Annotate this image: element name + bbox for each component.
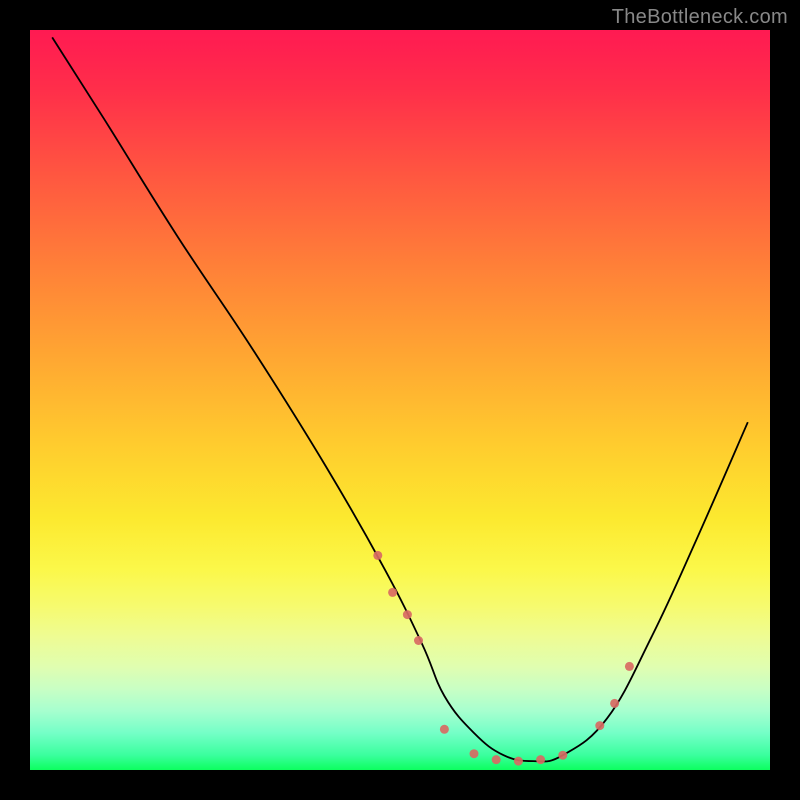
plot-area	[30, 30, 770, 770]
curve-marker	[492, 755, 501, 764]
curve-marker	[403, 610, 412, 619]
curve-marker	[514, 757, 523, 766]
curve-marker	[625, 662, 634, 671]
curve-marker	[373, 551, 382, 560]
watermark-label: TheBottleneck.com	[612, 6, 788, 29]
curve-marker	[470, 749, 479, 758]
curve-layer	[30, 30, 770, 770]
chart-container: TheBottleneck.com	[0, 0, 800, 800]
curve-marker	[558, 751, 567, 760]
curve-marker	[595, 721, 604, 730]
curve-marker	[610, 699, 619, 708]
curve-marker	[440, 725, 449, 734]
curve-marker	[414, 636, 423, 645]
curve-marker	[388, 588, 397, 597]
curve-marker	[536, 755, 545, 764]
bottleneck-curve	[52, 37, 748, 761]
